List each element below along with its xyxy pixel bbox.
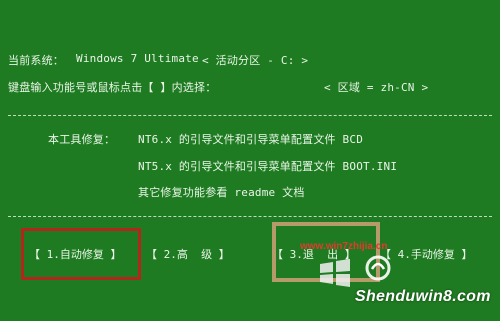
active-partition-text: < 活动分区 - C: > <box>202 54 309 67</box>
bottom-divider <box>8 216 492 218</box>
current-system-label: 当前系统： <box>8 54 64 67</box>
watermark-circle-icon <box>365 255 391 281</box>
other-info: 其它修复功能参看 readme 文档 <box>138 186 305 199</box>
current-system-value: Windows 7 Ultimate <box>76 52 199 65</box>
top-divider <box>8 115 492 117</box>
tool-repair-label: 本工具修复： <box>48 133 116 146</box>
menu-manual-repair-button[interactable]: 【 4.手动修复 】 <box>380 246 473 262</box>
menu-advanced-button[interactable]: 【 2.高 级 】 <box>146 246 230 262</box>
keyboard-prompt: 键盘输入功能号或鼠标点击【 】内选择： <box>8 81 217 94</box>
nt6-info: NT6.x 的引导文件和引导菜单配置文件 BCD <box>138 133 364 146</box>
menu-auto-repair-button[interactable]: 【 1.自动修复 】 <box>29 246 122 262</box>
watermark-url: www.win7zhijia.cn <box>300 241 388 252</box>
boot-repair-screen: 当前系统： Windows 7 Ultimate < 活动分区 - C: > 键… <box>0 0 500 321</box>
watermark-brand: Shenduwin8.com <box>355 288 491 305</box>
locale-text: < 区域 = zh-CN > <box>324 81 429 94</box>
windows-logo-icon <box>320 259 350 287</box>
nt5-info: NT5.x 的引导文件和引导菜单配置文件 BOOT.INI <box>138 160 398 173</box>
